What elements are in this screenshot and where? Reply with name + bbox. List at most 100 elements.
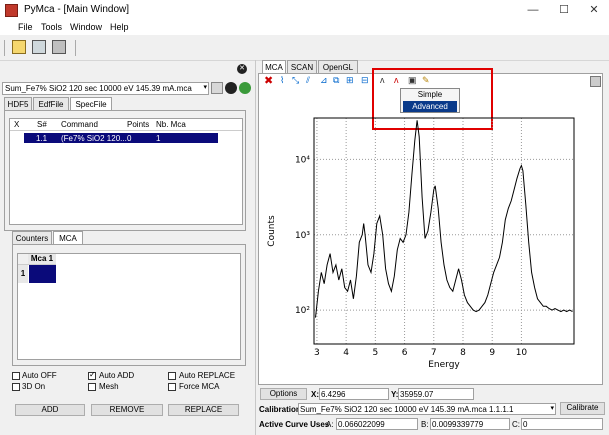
scan-table-header: X S# Command Points Nb. Mca (10, 119, 242, 131)
source-file-combo[interactable]: Sum_Fe7% SiO2 120 sec 10000 eV 145.39 mA… (2, 82, 209, 95)
col-x[interactable]: X (14, 120, 19, 129)
b-value: 0.0099339779 (432, 420, 484, 429)
roi-icon[interactable]: ⊟ (361, 75, 369, 86)
spectrum-line (315, 120, 573, 318)
c-field[interactable]: 0 (521, 418, 603, 430)
main-toolbar (0, 36, 609, 61)
y-axis-label: Counts (267, 215, 277, 247)
3d-on-checkbox[interactable] (12, 383, 20, 391)
mca-cell-selected[interactable] (29, 265, 56, 283)
open-file-icon[interactable] (211, 82, 223, 94)
remove-source-icon[interactable] (225, 82, 237, 94)
fit-icon[interactable]: ⊿ (320, 75, 328, 86)
open-folder-icon[interactable] (12, 40, 26, 54)
auto-add-checkbox[interactable] (88, 370, 96, 380)
close-panel-icon[interactable]: ✕ (237, 64, 247, 74)
x-coord-label: X: (311, 390, 319, 399)
maximize-button[interactable]: ☐ (549, 0, 579, 21)
col-nbmca[interactable]: Nb. Mca (156, 120, 186, 129)
auto-replace-label: Auto REPLACE (179, 371, 236, 380)
tab-specfile[interactable]: SpecFile (70, 97, 112, 111)
col-scan[interactable]: S# (37, 120, 47, 129)
a-field[interactable]: 0.066022099 (336, 418, 418, 430)
splitter-handle[interactable] (255, 60, 256, 435)
chevron-down-icon: ▾ (203, 84, 207, 91)
a-label: A: (326, 420, 334, 429)
replace-button[interactable]: REPLACE (168, 404, 239, 416)
b-label: B: (421, 420, 429, 429)
options-button[interactable]: Options (260, 388, 307, 400)
row-command: (Fe7% SiO2 120... (61, 134, 127, 143)
y-tick-label: 10² (295, 306, 310, 316)
x-tick-label: 3 (314, 348, 320, 358)
mca-row-header[interactable]: 1 (18, 265, 28, 283)
scan-table: X S# Command Points Nb. Mca 1.1 (Fe7% Si… (9, 118, 243, 225)
y-tick-label: 10⁴ (295, 155, 310, 165)
b-field[interactable]: 0.0099339779 (430, 418, 510, 430)
tab-mca[interactable]: MCA (53, 231, 83, 245)
auto-off-checkbox[interactable] (12, 372, 20, 380)
force-mca-label: Force MCA (179, 382, 220, 391)
x-tick-label: 4 (343, 348, 349, 358)
tab-plot-scan[interactable]: SCAN (287, 60, 317, 73)
auto-replace-checkbox[interactable] (168, 372, 176, 380)
y-tick-label: 10³ (295, 231, 310, 241)
chart-grid (314, 118, 574, 344)
mesh-checkbox[interactable] (88, 383, 96, 391)
active-curve-label: Active Curve Uses (259, 420, 330, 429)
refresh-icon[interactable] (239, 82, 251, 94)
log-scale-icon[interactable]: ⫽ (306, 75, 310, 86)
menu-tools[interactable]: Tools (41, 22, 62, 32)
print-plot-icon[interactable] (590, 76, 601, 87)
calibration-combo[interactable]: Sum_Fe7% SiO2 120 sec 10000 eV 145.39 mA… (298, 403, 556, 415)
auto-add-label: Auto ADD (99, 371, 135, 380)
window-title-bar: PyMca - [Main Window] — ☐ ✕ (0, 0, 609, 22)
x-autoscale-icon[interactable]: ⤡ (292, 75, 299, 86)
checkbox-grid: Auto OFF Auto ADD Auto REPLACE 3D On Mes… (12, 370, 252, 392)
toolbar-separator (75, 40, 76, 56)
tab-counters[interactable]: Counters (12, 231, 52, 244)
col-command[interactable]: Command (61, 120, 98, 129)
a-value: 0.066022099 (338, 420, 385, 429)
mca-col-header[interactable]: Mca 1 (28, 254, 56, 265)
app-logo-icon (5, 4, 18, 17)
c-label: C: (512, 420, 520, 429)
remove-button[interactable]: REMOVE (91, 404, 163, 416)
menu-window[interactable]: Window (70, 22, 102, 32)
source-tabs: HDF5 EdfFile SpecFile (4, 97, 244, 111)
tab-plot-mca[interactable]: MCA (262, 60, 286, 74)
close-window-button[interactable]: ✕ (579, 0, 609, 21)
col-points[interactable]: Points (127, 120, 149, 129)
tab-plot-opengl[interactable]: OpenGL (318, 60, 358, 73)
x-coord-field[interactable]: 6.4296 (319, 388, 389, 400)
add-button[interactable]: ADD (15, 404, 85, 416)
x-tick-label: 10 (516, 348, 528, 358)
source-file-text: Sum_Fe7% SiO2 120 sec 10000 eV 145.39 mA… (5, 84, 192, 93)
toolbar-grip (4, 40, 5, 56)
grid-icon[interactable]: ⊞ (346, 75, 354, 86)
x-tick-label: 5 (372, 348, 378, 358)
menu-help[interactable]: Help (110, 22, 129, 32)
spectrum-chart: 3 4 5 6 7 8 9 10 10² 10³ 10⁴ Energy Counts (267, 117, 575, 370)
c-value: 0 (523, 420, 528, 429)
window-title: PyMca - [Main Window] (24, 4, 130, 15)
calibrate-button[interactable]: Calibrate (560, 402, 605, 415)
reset-zoom-icon[interactable]: ✖ (264, 74, 273, 87)
y-autoscale-icon[interactable]: ⌇ (280, 75, 284, 86)
zoom-icon[interactable]: ⧉ (333, 75, 339, 86)
calibration-label: Calibration (259, 405, 301, 414)
table-row[interactable]: 1.1 (Fe7% SiO2 120... 0 1 (24, 133, 218, 143)
tab-edffile[interactable]: EdfFile (33, 97, 69, 110)
save-icon[interactable] (32, 40, 46, 54)
force-mca-checkbox[interactable] (168, 383, 176, 391)
print-icon[interactable] (52, 40, 66, 54)
minimize-button[interactable]: — (518, 0, 548, 21)
tab-hdf5[interactable]: HDF5 (4, 97, 32, 110)
menu-file[interactable]: File (18, 22, 33, 32)
x-axis-label: Energy (428, 360, 460, 370)
mesh-label: Mesh (99, 382, 119, 391)
x-tick-label: 9 (489, 348, 495, 358)
3d-on-label: 3D On (22, 382, 46, 391)
row-nbmca: 1 (156, 134, 161, 143)
y-coord-field[interactable]: 35959.07 (398, 388, 474, 400)
